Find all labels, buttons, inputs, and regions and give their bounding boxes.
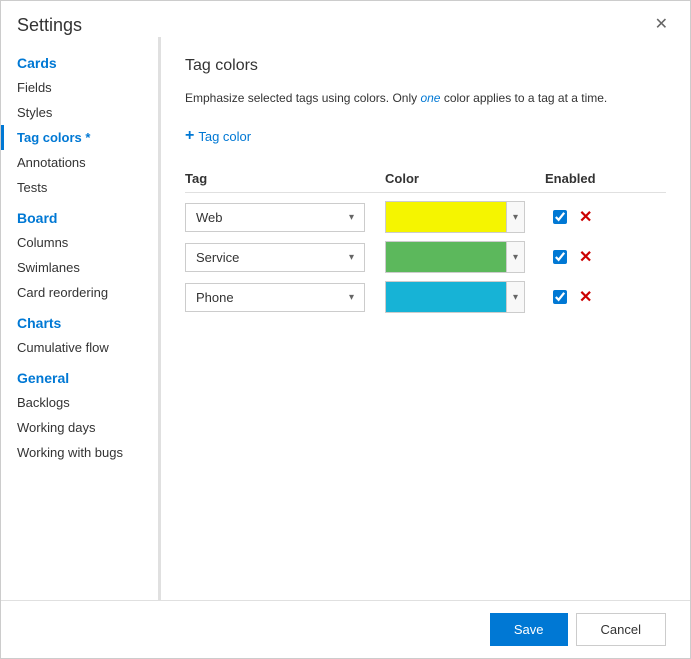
- sidebar-item-fields[interactable]: Fields: [1, 75, 158, 100]
- delete-icon-web: ✕: [579, 209, 592, 226]
- color-chevron-icon: ▾: [506, 242, 524, 272]
- chevron-down-icon: ▾: [349, 212, 354, 223]
- delete-button-phone[interactable]: ✕: [575, 285, 596, 309]
- sidebar-item-working-days[interactable]: Working days: [1, 415, 158, 440]
- add-tag-label: Tag color: [198, 129, 251, 144]
- sidebar-item-styles[interactable]: Styles: [1, 100, 158, 125]
- enabled-checkbox-web[interactable]: [553, 210, 567, 224]
- sidebar-section-cards: Cards: [1, 45, 158, 75]
- sidebar-section-board: Board: [1, 200, 158, 230]
- add-tag-button[interactable]: + Tag color: [185, 123, 251, 149]
- sidebar-item-card-reordering[interactable]: Card reordering: [1, 280, 158, 305]
- table-row: Service ▾ ▾ ✕: [185, 241, 666, 273]
- sidebar-item-annotations[interactable]: Annotations: [1, 150, 158, 175]
- sidebar-section-charts: Charts: [1, 305, 158, 335]
- description: Emphasize selected tags using colors. On…: [185, 89, 666, 107]
- color-swatch-service: [386, 242, 506, 272]
- dialog-header: Settings ✕: [1, 1, 690, 37]
- delete-button-service[interactable]: ✕: [575, 245, 596, 269]
- sidebar-item-tag-colors[interactable]: Tag colors *: [1, 125, 158, 150]
- dialog-title: Settings: [17, 15, 82, 36]
- sidebar: Cards Fields Styles Tag colors * Annotat…: [1, 37, 161, 600]
- sidebar-item-tests[interactable]: Tests: [1, 175, 158, 200]
- row-actions-phone: ✕: [545, 285, 625, 309]
- row-actions-service: ✕: [545, 245, 625, 269]
- enabled-checkbox-service[interactable]: [553, 250, 567, 264]
- enabled-checkbox-phone[interactable]: [553, 290, 567, 304]
- sidebar-section-general: General: [1, 360, 158, 390]
- section-title: Tag colors: [185, 57, 666, 75]
- color-dropdown-phone[interactable]: ▾: [385, 281, 525, 313]
- col-header-enabled: Enabled: [545, 171, 625, 186]
- color-chevron-icon: ▾: [506, 202, 524, 232]
- save-button[interactable]: Save: [490, 613, 568, 646]
- settings-dialog: Settings ✕ Cards Fields Styles Tag color…: [0, 0, 691, 659]
- tag-value-service: Service: [196, 250, 239, 265]
- color-chevron-icon: ▾: [506, 282, 524, 312]
- sidebar-item-cumulative-flow[interactable]: Cumulative flow: [1, 335, 158, 360]
- add-icon: +: [185, 127, 194, 145]
- row-actions-web: ✕: [545, 205, 625, 229]
- description-before: Emphasize selected tags using colors. On…: [185, 91, 420, 105]
- table-header: Tag Color Enabled: [185, 165, 666, 193]
- sidebar-item-backlogs[interactable]: Backlogs: [1, 390, 158, 415]
- delete-icon-phone: ✕: [579, 289, 592, 306]
- color-swatch-web: [386, 202, 506, 232]
- col-header-color: Color: [385, 171, 545, 186]
- tag-dropdown-web[interactable]: Web ▾: [185, 203, 365, 232]
- sidebar-item-columns[interactable]: Columns: [1, 230, 158, 255]
- color-dropdown-service[interactable]: ▾: [385, 241, 525, 273]
- tag-value-phone: Phone: [196, 290, 234, 305]
- cancel-button[interactable]: Cancel: [576, 613, 666, 646]
- dialog-body: Cards Fields Styles Tag colors * Annotat…: [1, 37, 690, 600]
- color-swatch-phone: [386, 282, 506, 312]
- delete-button-web[interactable]: ✕: [575, 205, 596, 229]
- delete-icon-service: ✕: [579, 249, 592, 266]
- chevron-down-icon: ▾: [349, 252, 354, 263]
- close-button[interactable]: ✕: [649, 13, 674, 37]
- table-row: Phone ▾ ▾ ✕: [185, 281, 666, 313]
- main-content: Tag colors Emphasize selected tags using…: [161, 37, 690, 600]
- sidebar-item-working-with-bugs[interactable]: Working with bugs: [1, 440, 158, 465]
- col-header-tag: Tag: [185, 171, 385, 186]
- tag-value-web: Web: [196, 210, 223, 225]
- table-row: Web ▾ ▾ ✕: [185, 201, 666, 233]
- dialog-footer: Save Cancel: [1, 600, 690, 658]
- color-dropdown-web[interactable]: ▾: [385, 201, 525, 233]
- sidebar-item-swimlanes[interactable]: Swimlanes: [1, 255, 158, 280]
- description-after: color applies to a tag at a time.: [440, 91, 607, 105]
- chevron-down-icon: ▾: [349, 292, 354, 303]
- description-highlight: one: [420, 91, 440, 105]
- tag-dropdown-phone[interactable]: Phone ▾: [185, 283, 365, 312]
- tag-dropdown-service[interactable]: Service ▾: [185, 243, 365, 272]
